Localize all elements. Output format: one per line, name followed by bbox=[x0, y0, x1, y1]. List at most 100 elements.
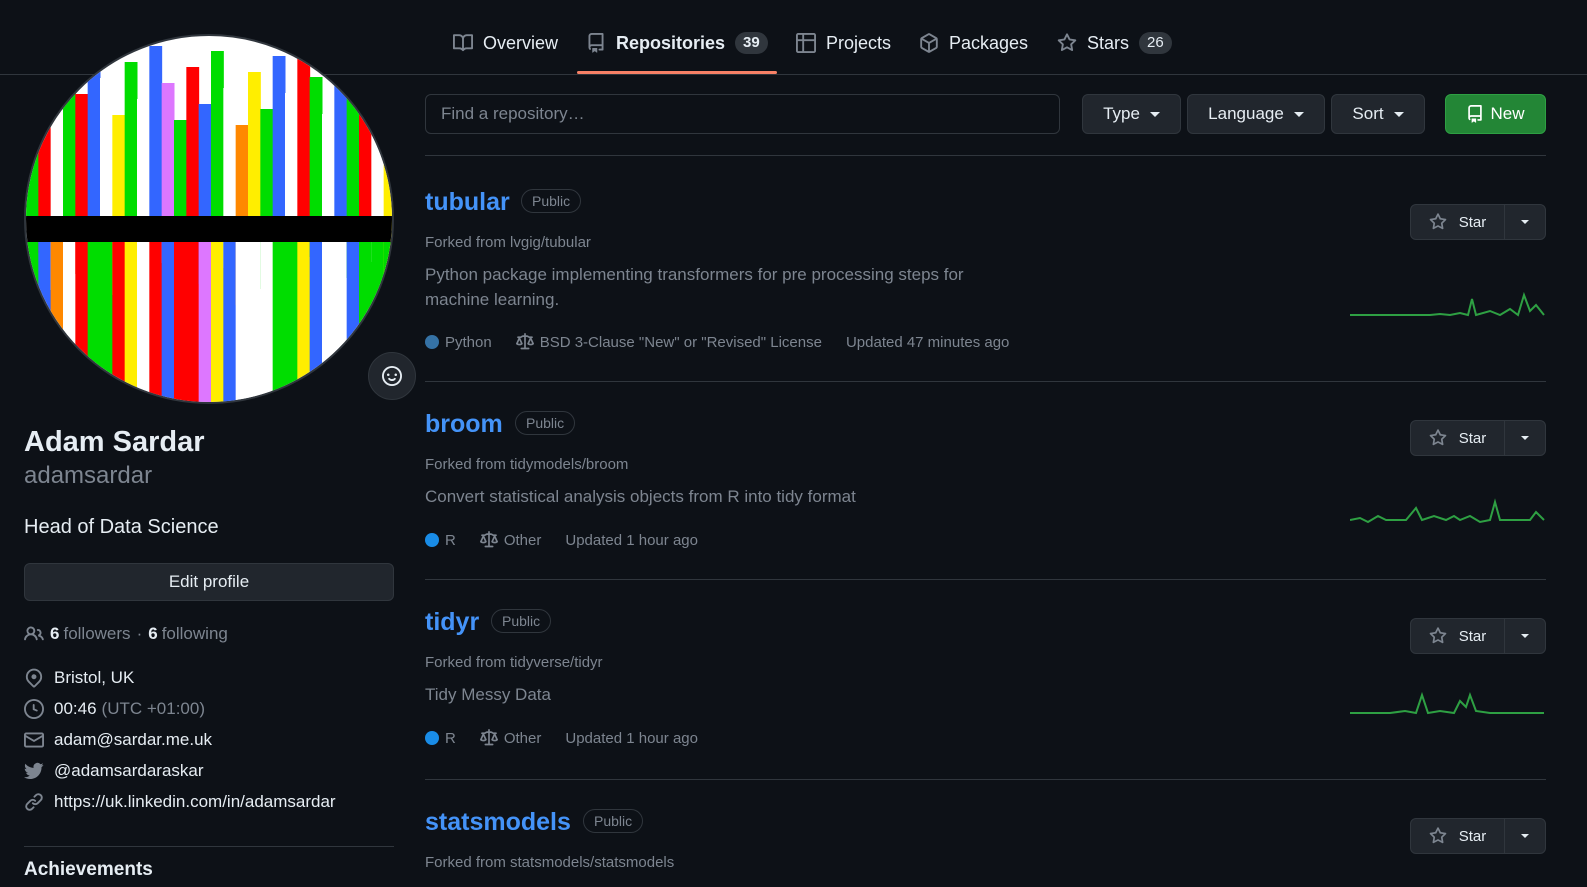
forked-from-text[interactable]: Forked from tidymodels/broom bbox=[425, 456, 628, 473]
profile-bio: Head of Data Science bbox=[24, 516, 219, 538]
star-list-dropdown[interactable] bbox=[1505, 205, 1545, 239]
repo-name-link[interactable]: tidyr bbox=[425, 608, 479, 637]
sidebar-divider bbox=[24, 846, 394, 847]
tab-packages[interactable]: Packages bbox=[919, 26, 1028, 60]
repositories-count-badge: 39 bbox=[735, 32, 768, 54]
star-label: Star bbox=[1458, 827, 1487, 845]
activity-sparkline bbox=[1350, 498, 1545, 524]
star-button[interactable]: Star bbox=[1411, 619, 1505, 653]
list-divider bbox=[425, 579, 1546, 580]
visibility-badge: Public bbox=[583, 809, 644, 833]
tab-repositories[interactable]: Repositories 39 bbox=[586, 26, 768, 60]
star-list-dropdown[interactable] bbox=[1505, 819, 1545, 853]
visibility-badge: Public bbox=[515, 411, 576, 435]
email-item: adam@sardar.me.uk bbox=[24, 730, 212, 750]
followers-link[interactable]: 6 followers bbox=[50, 624, 131, 644]
edit-profile-button[interactable]: Edit profile bbox=[24, 563, 394, 601]
follow-stats: 6 followers · 6 following bbox=[24, 624, 228, 644]
language-filter-dropdown[interactable]: Language bbox=[1187, 94, 1325, 134]
tab-projects-label: Projects bbox=[826, 32, 892, 53]
type-filter-dropdown[interactable]: Type bbox=[1082, 94, 1181, 134]
star-icon bbox=[1429, 429, 1447, 446]
chevron-down-icon bbox=[1521, 634, 1529, 638]
chevron-down-icon bbox=[1521, 220, 1529, 224]
following-count: 6 bbox=[148, 624, 158, 643]
star-button[interactable]: Star bbox=[1411, 205, 1505, 239]
repo-updated: Updated 47 minutes ago bbox=[845, 333, 1010, 351]
star-button[interactable]: Star bbox=[1411, 819, 1505, 853]
tab-stars[interactable]: Stars 26 bbox=[1057, 26, 1172, 60]
list-divider bbox=[425, 779, 1546, 780]
new-repository-button[interactable]: New bbox=[1445, 94, 1546, 134]
book-icon bbox=[453, 34, 473, 52]
star-button-group: Star bbox=[1410, 204, 1546, 240]
stars-count-badge: 26 bbox=[1139, 32, 1172, 54]
star-button-group: Star bbox=[1410, 618, 1546, 654]
forked-from-text[interactable]: Forked from tidyverse/tidyr bbox=[425, 654, 603, 671]
followers-count: 6 bbox=[50, 624, 60, 643]
law-icon bbox=[479, 729, 498, 746]
repo-name-link[interactable]: statsmodels bbox=[425, 808, 571, 837]
visibility-badge: Public bbox=[521, 189, 582, 213]
timezone-text: (UTC +01:00) bbox=[101, 699, 205, 718]
language-color-dot bbox=[425, 731, 439, 745]
profile-sidebar: Adam Sardar adamsardar Head of Data Scie… bbox=[24, 34, 416, 880]
language-color-dot bbox=[425, 335, 439, 349]
star-icon bbox=[1429, 827, 1447, 844]
repo-name-link[interactable]: broom bbox=[425, 410, 503, 439]
chevron-down-icon bbox=[1521, 436, 1529, 440]
repo-updated: Updated 1 hour ago bbox=[565, 729, 698, 747]
active-tab-indicator bbox=[577, 71, 777, 74]
local-time-item: 00:46 (UTC +01:00) bbox=[24, 699, 205, 719]
star-list-dropdown[interactable] bbox=[1505, 421, 1545, 455]
star-button-group: Star bbox=[1410, 420, 1546, 456]
chevron-down-icon bbox=[1293, 111, 1304, 117]
list-divider bbox=[425, 155, 1546, 156]
local-time-text: 00:46 bbox=[54, 699, 97, 718]
list-divider bbox=[425, 381, 1546, 382]
repo-description: Tidy Messy Data bbox=[425, 685, 551, 704]
link-icon bbox=[25, 793, 43, 811]
twitter-link[interactable]: @adamsardaraskar bbox=[54, 761, 204, 781]
table-icon bbox=[796, 33, 816, 53]
sort-dropdown[interactable]: Sort bbox=[1331, 94, 1425, 134]
repo-description: Convert statistical analysis objects fro… bbox=[425, 487, 856, 506]
repo-updated: Updated 1 hour ago bbox=[565, 531, 698, 549]
smiley-icon bbox=[382, 366, 402, 386]
set-status-button[interactable] bbox=[368, 352, 416, 400]
visibility-badge: Public bbox=[491, 609, 552, 633]
star-label: Star bbox=[1458, 429, 1487, 447]
find-repository-input[interactable] bbox=[425, 94, 1060, 134]
repo-name-link[interactable]: tubular bbox=[425, 188, 510, 217]
tab-overview[interactable]: Overview bbox=[453, 26, 558, 60]
avatar[interactable] bbox=[24, 34, 394, 404]
star-label: Star bbox=[1458, 627, 1487, 645]
star-button-group: Star bbox=[1410, 818, 1546, 854]
location-item: Bristol, UK bbox=[24, 668, 134, 688]
license-item: Other bbox=[479, 729, 542, 747]
star-list-dropdown[interactable] bbox=[1505, 619, 1545, 653]
repo-icon bbox=[1468, 105, 1483, 123]
forked-from-text[interactable]: Forked from statsmodels/statsmodels bbox=[425, 854, 674, 871]
chevron-down-icon bbox=[1521, 834, 1529, 838]
repo-license: Other bbox=[503, 531, 542, 549]
repo-language: Python bbox=[445, 333, 492, 351]
following-link[interactable]: 6 following bbox=[148, 624, 228, 644]
star-button[interactable]: Star bbox=[1411, 421, 1505, 455]
chevron-down-icon bbox=[1149, 111, 1160, 117]
twitter-item: @adamsardaraskar bbox=[24, 761, 204, 781]
star-icon bbox=[1057, 33, 1077, 52]
clock-icon bbox=[24, 699, 44, 719]
follow-separator: · bbox=[136, 624, 143, 643]
twitter-icon bbox=[24, 762, 44, 779]
website-link[interactable]: https://uk.linkedin.com/in/adamsardar bbox=[54, 792, 336, 812]
people-icon bbox=[24, 626, 44, 641]
tab-projects[interactable]: Projects bbox=[796, 26, 891, 60]
star-label: Star bbox=[1458, 213, 1487, 231]
email-link[interactable]: adam@sardar.me.uk bbox=[54, 730, 212, 750]
package-icon bbox=[920, 33, 938, 53]
tab-packages-label: Packages bbox=[949, 32, 1029, 53]
forked-from-text[interactable]: Forked from lvgig/tubular bbox=[425, 234, 591, 251]
repo-license: Other bbox=[503, 729, 542, 747]
repo-meta: Python BSD 3-Clause "New" or "Revised" L… bbox=[425, 333, 1009, 351]
